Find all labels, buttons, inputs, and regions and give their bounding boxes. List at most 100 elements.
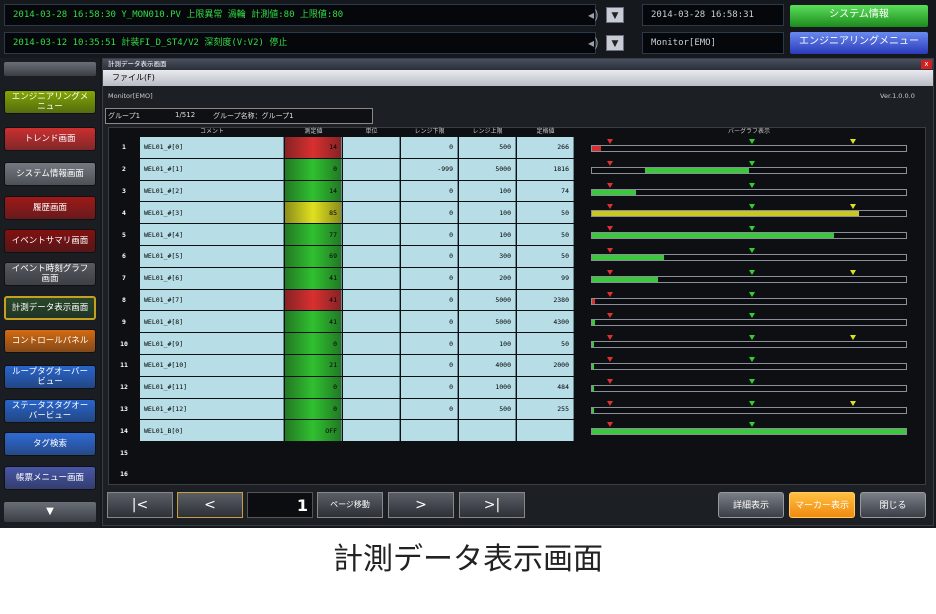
tag-comment-cell[interactable]: WEL01_#[4] <box>140 224 284 245</box>
marker-triangle-icon <box>606 313 613 319</box>
tag-comment-cell[interactable]: WEL01_#[10] <box>140 355 284 376</box>
tag-comment-cell[interactable]: WEL01_#[5] <box>140 246 284 267</box>
sidebar-item[interactable]: 計測データ表示画面 <box>4 296 96 320</box>
speaker-icon[interactable]: ◂) <box>588 5 604 25</box>
tag-comment-cell[interactable]: WEL01_#[1] <box>140 158 284 180</box>
sidebar-item[interactable]: イベントサマリ画面 <box>4 229 96 253</box>
table-cell <box>343 398 400 420</box>
group-page: 1/512 <box>175 111 196 119</box>
tag-comment-cell[interactable]: WEL01_#[12] <box>140 398 284 420</box>
marker-triangle-icon <box>606 400 613 406</box>
measured-value-cell: 69 <box>285 246 342 267</box>
next-page-button[interactable]: > <box>388 492 454 518</box>
sidebar-scroll-down-button[interactable]: ▼ <box>4 502 96 522</box>
last-page-button[interactable]: >| <box>459 492 525 518</box>
marker-triangle-icon <box>850 139 857 144</box>
marker-triangle-icon <box>606 160 613 166</box>
measured-value-cell: 0 <box>285 333 342 354</box>
tag-comment-cell[interactable]: WEL01_#[11] <box>140 376 284 398</box>
measured-value-cell: 41 <box>285 289 342 311</box>
bar-graph-fill <box>592 233 834 239</box>
table-cell: 484 <box>517 376 574 398</box>
alarm-ticker-1[interactable]: 2014-03-28 16:58:30 Y_MON010.PV 上限異常 渦輪 … <box>4 4 596 26</box>
sidebar-top-bar <box>4 62 96 76</box>
table-cell: 2000 <box>517 355 574 376</box>
row-number: 12 <box>120 383 128 392</box>
table-cell: 500 <box>459 398 516 420</box>
table-cell <box>343 289 400 311</box>
col-header-range-high: レンジ上限 <box>472 128 503 135</box>
sidebar-item[interactable]: タグ検索 <box>4 432 96 456</box>
tag-comment-cell[interactable]: WEL01_#[9] <box>140 333 284 354</box>
bar-graph-track <box>591 166 907 174</box>
sidebar-item[interactable]: イベント時刻グラフ画面 <box>4 262 96 286</box>
tag-comment-cell[interactable]: WEL01_#[3] <box>140 202 284 224</box>
row-number: 15 <box>120 448 128 457</box>
table-cell: 2380 <box>517 289 574 311</box>
bar-graph-fill <box>592 189 636 195</box>
marker-view-button[interactable]: マーカー表示 <box>789 492 855 518</box>
prev-page-button[interactable]: < <box>177 492 243 518</box>
measured-value-cell: 0 <box>285 376 342 398</box>
tag-comment-cell[interactable]: WEL01_#[8] <box>140 311 284 333</box>
table-cell: 0 <box>401 267 458 289</box>
page-number-display: 1 <box>247 492 313 518</box>
tag-comment-cell[interactable]: WEL01_B[0] <box>140 420 284 442</box>
col-header-range-low: レンジ下限 <box>414 128 445 135</box>
table-cell <box>459 420 516 442</box>
tag-comment-cell[interactable]: WEL01_#[7] <box>140 289 284 311</box>
tag-comment-cell[interactable]: WEL01_#[2] <box>140 180 284 202</box>
col-header-comment: コメント <box>199 128 224 135</box>
table-cell: 100 <box>459 180 516 202</box>
sidebar-item[interactable]: 履歴画面 <box>4 196 96 220</box>
table-cell <box>343 420 400 442</box>
first-page-button[interactable]: |< <box>107 492 173 518</box>
marker-triangle-icon <box>606 378 613 384</box>
measured-value-cell: 41 <box>285 267 342 289</box>
table-cell: 4300 <box>517 311 574 333</box>
caption: 計測データ表示画面 <box>333 542 603 577</box>
marker-triangle-icon <box>749 204 755 210</box>
bar-graph-fill <box>592 342 594 348</box>
tag-comment-cell[interactable]: WEL01_#[0] <box>140 137 284 158</box>
table-cell: 0 <box>401 398 458 420</box>
sidebar-item[interactable]: ループタグオーバービュー <box>4 365 96 389</box>
ticker-2-dropdown[interactable]: ▼ <box>606 35 624 51</box>
table-cell: 0 <box>401 202 458 224</box>
tag-comment-cell[interactable]: WEL01_#[6] <box>140 267 284 289</box>
table-cell <box>343 333 400 354</box>
bar-graph-fill <box>592 255 665 260</box>
sidebar-item[interactable]: コントロールパネル <box>4 329 96 353</box>
engineering-menu-button[interactable]: エンジニアリングメニュー <box>790 32 928 54</box>
sidebar-item[interactable]: 帳票メニュー画面 <box>4 466 96 490</box>
table-cell: 0 <box>401 355 458 376</box>
menu-file[interactable]: ファイル(F) <box>112 72 155 84</box>
row-number: 14 <box>120 426 128 435</box>
close-window-button[interactable]: 閉じる <box>860 492 926 518</box>
row-number: 9 <box>122 317 126 326</box>
speaker-icon[interactable]: ◂) <box>588 33 604 53</box>
measured-value-cell: 14 <box>285 137 342 158</box>
table-cell: 100 <box>459 333 516 354</box>
goto-page-button[interactable]: ページ移動 <box>317 492 383 518</box>
detail-view-button[interactable]: 詳細表示 <box>718 492 784 518</box>
col-header-bargraph: バーグラフ表示 <box>727 128 770 135</box>
window-close-button[interactable]: x <box>921 60 932 69</box>
marker-triangle-icon <box>850 269 857 275</box>
marker-triangle-icon <box>749 291 755 297</box>
sidebar-item[interactable]: ステータスタグオーバービュー <box>4 399 96 423</box>
alarm-ticker-2[interactable]: 2014-03-12 10:35:51 計装FI_D_ST4/V2 深刻度(V:… <box>4 32 596 54</box>
ticker-1-dropdown[interactable]: ▼ <box>606 7 624 23</box>
table-cell: 50 <box>517 202 574 224</box>
table-cell <box>343 246 400 267</box>
row-number: 7 <box>122 274 126 283</box>
sidebar-item[interactable]: エンジニアリングメニュー <box>4 90 96 114</box>
sidebar-item[interactable]: システム情報画面 <box>4 162 96 186</box>
sidebar-item[interactable]: トレンド画面 <box>4 127 96 151</box>
marker-triangle-icon <box>749 182 755 188</box>
group-label: グループ1 <box>108 112 141 120</box>
table-cell <box>343 180 400 202</box>
system-info-button[interactable]: システム情報 <box>790 5 928 27</box>
marker-triangle-icon <box>749 400 755 406</box>
table-cell <box>401 420 458 442</box>
